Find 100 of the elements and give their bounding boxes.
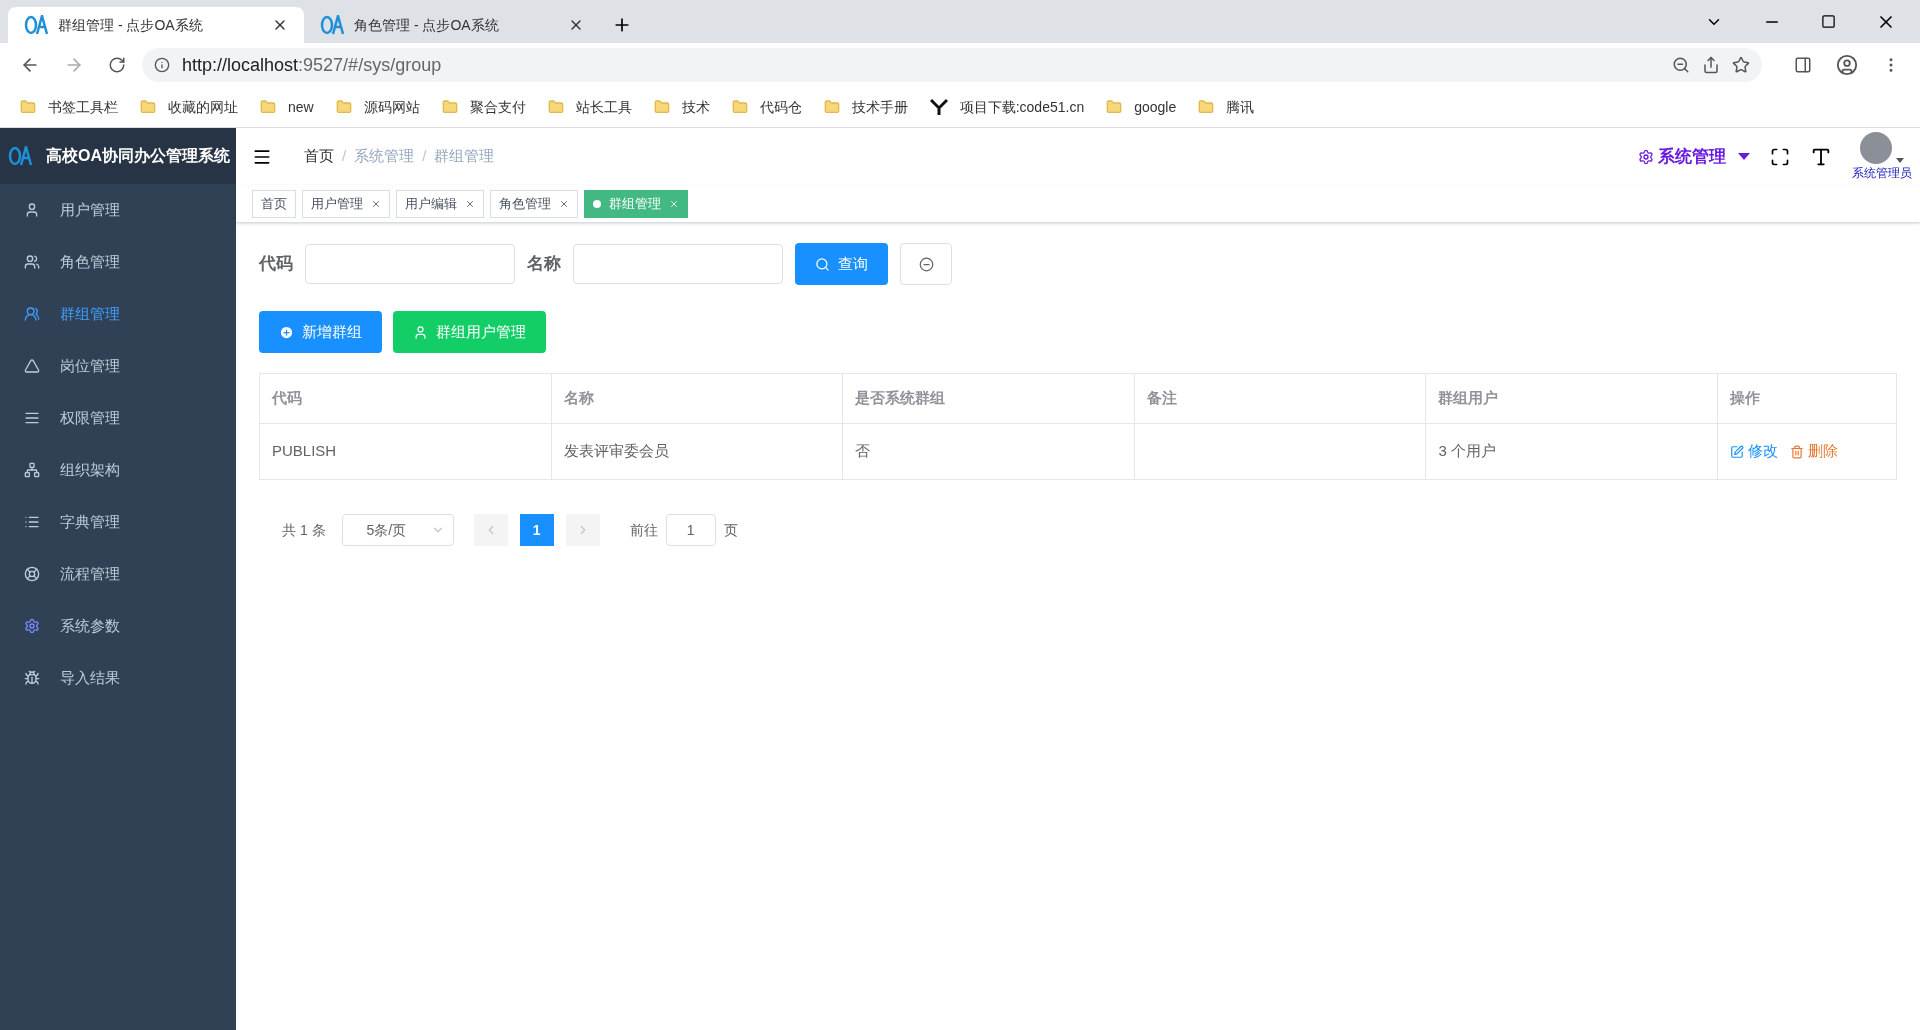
- column-header: 代码: [259, 373, 552, 424]
- bookmark[interactable]: 技术手册: [823, 96, 908, 118]
- app-title: 高校OA协同办公管理系统: [46, 146, 230, 166]
- bookmark[interactable]: 腾讯: [1198, 96, 1255, 118]
- column-header: 是否系统群组: [842, 373, 1135, 424]
- folder-icon: [547, 99, 564, 115]
- folder-icon: [823, 99, 840, 115]
- page-tag[interactable]: 用户管理: [302, 189, 390, 218]
- bookmark[interactable]: 项目下载:code51.cn: [929, 96, 1085, 118]
- folder-icon: [731, 99, 748, 115]
- oa-logo-icon: [320, 15, 346, 35]
- sidebar-item[interactable]: 用户管理: [0, 184, 236, 236]
- user-icon: [413, 324, 428, 340]
- bookmark[interactable]: 收藏的网址: [140, 96, 238, 118]
- user-name: 系统管理员: [1852, 165, 1912, 182]
- folder-icon: [1198, 99, 1215, 115]
- page-tag[interactable]: 角色管理: [490, 189, 578, 218]
- caret-icon[interactable]: [1896, 158, 1904, 164]
- oa-logo-icon: [24, 15, 50, 35]
- breadcrumb-item: 群组管理: [434, 146, 495, 167]
- page-tag[interactable]: 首页: [252, 189, 296, 218]
- table-cell: 否: [842, 423, 1135, 480]
- sidebar-item[interactable]: 字典管理: [0, 496, 236, 548]
- bookmark[interactable]: 代码仓: [731, 96, 802, 118]
- filter-label: 名称: [527, 253, 561, 276]
- sidebar-item[interactable]: 导入结果: [0, 652, 236, 704]
- site-logo-icon: [929, 98, 948, 116]
- column-header: 群组用户: [1425, 373, 1718, 424]
- hierarchy-icon: [24, 462, 40, 478]
- bookmark[interactable]: google: [1106, 96, 1177, 118]
- bookmark[interactable]: 站长工具: [547, 96, 632, 118]
- folder-icon: [20, 99, 36, 115]
- bookmark[interactable]: 源码网站: [335, 96, 420, 118]
- filter-field[interactable]: [573, 244, 783, 284]
- restore-icon[interactable]: [1821, 14, 1836, 29]
- triangle-icon: [24, 358, 40, 374]
- sidebar-item[interactable]: 系统参数: [0, 600, 236, 652]
- sidebar-item[interactable]: 权限管理: [0, 392, 236, 444]
- bookmark[interactable]: 聚合支付: [441, 96, 526, 118]
- tag-label: 用户编辑: [405, 194, 457, 213]
- sidebar-item[interactable]: 角色管理: [0, 236, 236, 288]
- page-size-select[interactable]: 5条/页: [341, 514, 454, 546]
- search-icon: [815, 256, 830, 272]
- sidebar-item[interactable]: 流程管理: [0, 548, 236, 600]
- page-tag[interactable]: 用户编辑: [396, 189, 484, 218]
- sidebar-item[interactable]: 岗位管理: [0, 340, 236, 392]
- table-cell: 3 个用户: [1425, 423, 1718, 480]
- oa-logo-icon: [8, 146, 34, 166]
- breadcrumb-separator: /: [422, 146, 427, 167]
- page-jump-field[interactable]: 1: [665, 514, 716, 546]
- breadcrumb-separator: /: [342, 146, 347, 167]
- folder-icon: [260, 99, 276, 115]
- bars-icon: [24, 410, 40, 426]
- bookmark[interactable]: 书签工具栏: [20, 96, 118, 118]
- bookmark[interactable]: 技术: [653, 96, 710, 118]
- share-icon[interactable]: [1702, 56, 1720, 74]
- tag-label: 群组管理: [609, 194, 661, 213]
- tab-title: 角色管理 - 点步OA系统: [354, 15, 500, 35]
- table-cell: 发表评审委会员: [551, 423, 843, 480]
- sidebar-item[interactable]: 群组管理: [0, 288, 236, 340]
- zoom-icon[interactable]: [1672, 56, 1690, 74]
- address-bar[interactable]: http://localhost:9527/#/sys/group: [142, 48, 1762, 82]
- caret-icon: [1738, 152, 1750, 161]
- users-icon: [24, 254, 40, 270]
- breadcrumb-item[interactable]: 首页: [304, 145, 334, 168]
- settings-icon: [24, 618, 40, 634]
- table-cell: PUBLISH: [259, 423, 552, 480]
- folder-icon: [1106, 99, 1123, 115]
- group-icon: [24, 306, 40, 322]
- info-icon: [154, 57, 170, 73]
- edit-icon: [1730, 444, 1745, 459]
- tag-label: 首页: [261, 194, 287, 213]
- fullscreen-icon[interactable]: [1770, 146, 1790, 167]
- breadcrumb-item: 系统管理: [354, 146, 415, 167]
- column-header: 名称: [551, 373, 843, 424]
- folder-icon: [441, 99, 458, 115]
- tag-label: 角色管理: [499, 194, 551, 213]
- goto-label: 前往: [629, 520, 658, 540]
- bookmark[interactable]: new: [260, 96, 314, 118]
- sidebar-item[interactable]: 组织架构: [0, 444, 236, 496]
- reset-button[interactable]: [900, 243, 952, 285]
- filter-label: 代码: [259, 253, 293, 276]
- circle-minus-icon: [918, 256, 934, 272]
- avatar[interactable]: [1860, 132, 1892, 164]
- filter-field[interactable]: [305, 244, 515, 284]
- bug-icon: [24, 670, 40, 686]
- system-menu[interactable]: 系统管理: [1638, 143, 1750, 170]
- browser-tab[interactable]: 角色管理 - 点步OA系统: [304, 7, 600, 43]
- settings-icon: [1638, 148, 1654, 165]
- trash-icon: [1790, 444, 1805, 459]
- reload-icon[interactable]: [108, 56, 126, 74]
- browser-tab[interactable]: 群组管理 - 点步OA系统: [8, 7, 304, 43]
- lifebuoy-icon: [24, 566, 40, 582]
- bookmark-star-icon[interactable]: [1732, 56, 1750, 74]
- side-panel-icon[interactable]: [1794, 56, 1812, 74]
- user-icon: [24, 202, 40, 218]
- tag-label: 用户管理: [311, 194, 363, 213]
- profile-icon[interactable]: [1836, 54, 1858, 76]
- folder-icon: [140, 99, 156, 115]
- plus-icon: [279, 324, 294, 340]
